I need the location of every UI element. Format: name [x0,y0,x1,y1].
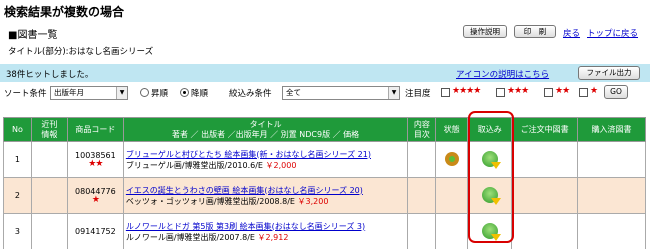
descending-label: 降順 [191,89,209,99]
manual-button[interactable]: 操作説明 [463,25,507,38]
col-code: 商品コード [66,117,124,142]
col-ordering: ご注文中図書 [511,117,579,142]
row-stars: ★ [91,195,100,205]
row-title-link[interactable]: ルノワールとドガ 第5版 第3刷 絵本画集(おはなし名画シリーズ 3) [126,222,365,231]
row-ordering [511,177,579,214]
descending-radio[interactable] [180,88,189,97]
col-no: No [3,117,32,142]
row-no: 3 [3,213,32,249]
row-info [30,141,68,178]
book-table: No 近刊 情報 商品コード タイトル 著者 ／ 出版者 ／出版年月 ／ 別置 … [3,117,646,249]
row-ordering [511,213,579,249]
search-criteria: タイトル(部分):おはなし名画シリーズ [8,47,154,57]
chevron-down-icon: ▼ [388,87,399,99]
row-stars: ★★ [88,159,103,169]
row-purchased [577,213,646,249]
table-row: 1 10038561 ★★ ブリューゲルと村びとたち 絵本画集(新・おはなし名画… [3,141,646,178]
row-toc [407,213,437,249]
row-no: 2 [3,177,32,214]
col-toc: 内容 目次 [407,117,437,142]
row-toc [407,141,437,178]
row-info [30,177,68,214]
row-price: ￥2,912 [257,232,289,242]
narrow-select-value: 全て [286,88,301,97]
col-status: 状態 [435,117,469,142]
col-title-sub: 著者 ／ 出版者 ／出版年月 ／ 別置 NDC9版 ／ 価格 [172,129,360,139]
row-info [30,213,68,249]
page-title: 検索結果が複数の場合 [4,5,125,19]
col-info-label: 近刊 情報 [41,119,58,139]
row-no: 1 [3,141,32,178]
section-title: ■図書一覧 [8,30,58,41]
table-row: 3 09141752 ルノワールとドガ 第5版 第3刷 絵本画集(おはなし名画シ… [3,213,646,249]
attention-4-stars: ★★★★ [452,86,481,96]
row-toc [407,177,437,214]
attention-2-stars: ★★ [555,86,570,96]
add-to-cart-icon[interactable] [481,186,501,205]
row-purchased [577,141,646,178]
row-status [435,177,469,214]
chevron-down-icon: ▼ [116,87,127,99]
hit-count-bar [0,64,650,82]
attention-3-checkbox[interactable] [496,88,505,97]
col-toc-label: 内容 目次 [413,119,430,139]
row-title-cell: ルノワールとドガ 第5版 第3刷 絵本画集(おはなし名画シリーズ 3) ルノワー… [122,213,409,249]
ascending-label: 昇順 [151,89,169,99]
attention-3-stars: ★★★ [507,86,529,96]
attention-2-checkbox[interactable] [544,88,553,97]
hit-count-text: 38件ヒットしました。 [6,70,94,80]
col-title: タイトル 著者 ／ 出版者 ／出版年月 ／ 別置 NDC9版 ／ 価格 [122,117,409,142]
row-add [467,213,513,249]
row-title-cell: イエスの誕生とうわさの壁画 絵本画集(おはなし名画シリーズ 20) ベッツォ・ゴ… [122,177,409,214]
row-meta: ブリューゲル画/博雅堂出版/2010.6/E [125,160,263,170]
row-title-link[interactable]: イエスの誕生とうわさの壁画 絵本画集(おはなし名画シリーズ 20) [126,186,363,195]
ascending-radio[interactable] [140,88,149,97]
sort-label: ソート条件 [4,89,47,99]
back-link[interactable]: 戻る [563,27,580,39]
col-purchased: 購入済図書 [577,117,646,142]
row-status [435,141,469,178]
row-code-cell: 09141752 [66,213,124,249]
add-to-cart-icon[interactable] [481,150,501,169]
icon-help-link[interactable]: アイコンの説明はこちら [456,68,549,80]
sort-select-value: 出版年月 [54,88,84,97]
attention-1-stars: ★ [590,86,598,96]
narrow-select[interactable]: 全て ▼ [282,86,400,100]
col-info: 近刊 情報 [30,117,68,142]
print-button[interactable]: 印 刷 [514,25,556,38]
row-title-link[interactable]: ブリューゲルと村びとたち 絵本画集(新・おはなし名画シリーズ 21) [126,150,371,159]
row-add [467,177,513,214]
row-meta: ベッツォ・ゴッツォリ画/博雅堂出版/2008.8/E [125,196,295,206]
attention-1-checkbox[interactable] [579,88,588,97]
col-title-label: タイトル [249,119,282,129]
row-code-cell: 10038561 ★★ [66,141,124,178]
status-icon [444,151,459,166]
narrow-label: 絞込み条件 [229,89,272,99]
col-add: 取込み [467,117,513,142]
sort-select[interactable]: 出版年月 ▼ [50,86,128,100]
row-price: ￥3,200 [297,196,329,206]
row-status [435,213,469,249]
back-to-top-link[interactable]: トップに戻る [587,27,638,39]
attention-label: 注目度 [405,89,431,99]
table-row: 2 08044776 ★ イエスの誕生とうわさの壁画 絵本画集(おはなし名画シリ… [3,177,646,214]
add-to-cart-icon[interactable] [481,222,501,241]
row-code: 09141752 [75,227,116,236]
row-title-cell: ブリューゲルと村びとたち 絵本画集(新・おはなし名画シリーズ 21) ブリューゲ… [122,141,409,178]
row-price: ￥2,000 [265,160,297,170]
row-add [467,141,513,178]
row-ordering [511,141,579,178]
row-purchased [577,177,646,214]
row-meta: ルノワール画/博雅堂出版/2007.8/E [125,232,255,242]
go-button[interactable]: GO [604,85,628,99]
attention-4-checkbox[interactable] [441,88,450,97]
row-code-cell: 08044776 ★ [66,177,124,214]
file-output-button[interactable]: ファイル出力 [578,66,640,80]
